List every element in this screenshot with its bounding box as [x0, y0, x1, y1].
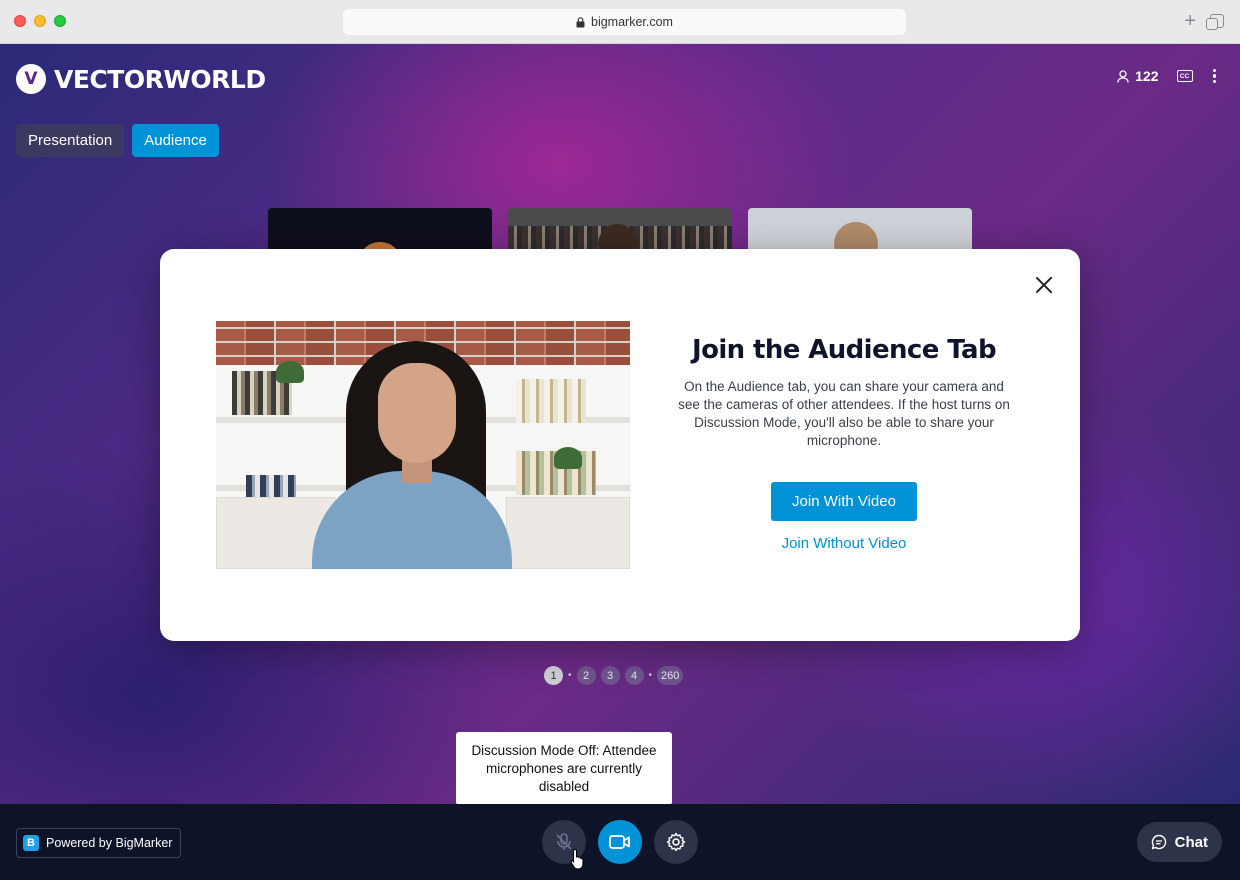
attendee-count-button[interactable]: 122 [1117, 68, 1159, 84]
powered-by-badge[interactable]: B Powered by BigMarker [16, 828, 182, 858]
view-tabs: Presentation Audience [16, 124, 219, 157]
modal-title: Join the Audience Tab [692, 335, 997, 365]
address-bar[interactable]: bigmarker.com [343, 9, 906, 35]
brand-logo-mark: V [16, 64, 46, 94]
brand-logo: V VECTORWORLD [16, 64, 266, 94]
close-icon[interactable] [1034, 275, 1054, 295]
microphone-tooltip: Discussion Mode Off: Attendee microphone… [456, 732, 672, 804]
attendee-count: 122 [1135, 68, 1159, 84]
more-options-icon[interactable] [1211, 68, 1219, 84]
new-tab-icon[interactable]: + [1184, 10, 1196, 32]
camera-button[interactable] [598, 820, 642, 864]
page-button-last[interactable]: 260 [657, 666, 684, 685]
bigmarker-logo-icon: B [23, 835, 39, 851]
header-actions: 122 CC [1117, 68, 1218, 84]
maximize-window-button[interactable] [54, 15, 66, 27]
camera-icon [609, 835, 630, 849]
brand-name: VECTORWORLD [54, 64, 266, 94]
chat-icon [1151, 834, 1166, 850]
join-audience-modal: Join the Audience Tab On the Audience ta… [160, 249, 1080, 641]
close-window-button[interactable] [14, 15, 26, 27]
page-button[interactable]: 2 [576, 666, 596, 685]
page-button-current[interactable]: 1 [544, 666, 563, 685]
video-pagination: 1 • 2 3 4 • 260 [544, 666, 684, 685]
person-icon [1117, 69, 1129, 83]
join-without-video-link[interactable]: Join Without Video [764, 535, 924, 552]
url-text: bigmarker.com [591, 15, 673, 29]
settings-icon [666, 832, 686, 852]
chat-button[interactable]: Chat [1136, 822, 1222, 862]
mouse-pointer-icon [570, 848, 584, 870]
pagination-separator: • [648, 670, 653, 681]
pagination-separator: • [568, 670, 572, 681]
tab-presentation[interactable]: Presentation [16, 124, 125, 157]
closed-captions-icon[interactable]: CC [1176, 70, 1193, 82]
settings-button[interactable] [654, 820, 698, 864]
browser-toolbar: bigmarker.com + [0, 0, 1240, 44]
tab-audience[interactable]: Audience [132, 124, 219, 157]
page-button[interactable]: 3 [600, 666, 620, 685]
modal-illustration-photo [216, 321, 630, 569]
bottom-control-bar: B Powered by BigMarker Chat [0, 804, 1240, 880]
join-with-video-button[interactable]: Join With Video [771, 482, 917, 521]
lock-icon [576, 16, 585, 27]
powered-by-text: Powered by BigMarker [46, 836, 173, 850]
minimize-window-button[interactable] [34, 15, 46, 27]
page-button[interactable]: 4 [624, 666, 644, 685]
chat-label: Chat [1174, 833, 1208, 851]
tabs-overview-icon[interactable] [1206, 14, 1224, 30]
modal-description: On the Audience tab, you can share your … [678, 379, 1010, 448]
